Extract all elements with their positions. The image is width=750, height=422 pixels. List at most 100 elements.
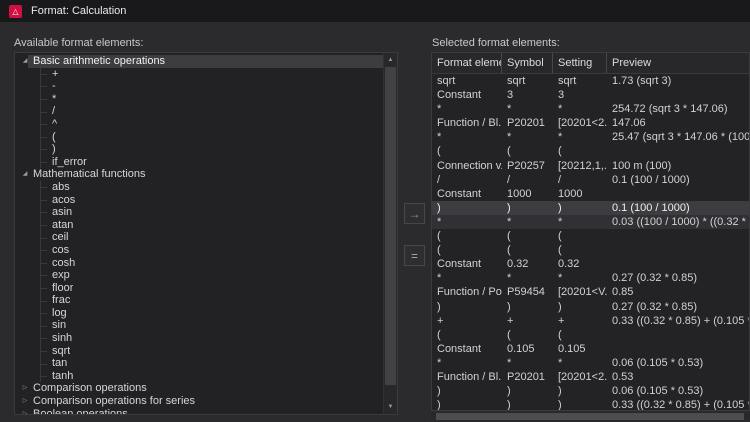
cell-symbol: sqrt (502, 74, 553, 88)
tree-item-log[interactable]: log (15, 307, 384, 320)
table-row[interactable]: ***25.47 (sqrt 3 * 147.06 * (100 / 1000)… (432, 130, 749, 144)
table-row[interactable]: Connection v...P20257[20212,1,...100 m (… (432, 159, 749, 173)
tree-item-floor[interactable]: floor (15, 282, 384, 295)
tree-item-cosh[interactable]: cosh (15, 257, 384, 270)
collapse-icon[interactable]: ▷ (20, 395, 30, 408)
table-row[interactable]: )))0.1 (100 / 1000) (432, 201, 749, 215)
cell-symbol: ( (502, 229, 553, 243)
tree-item-basic-arithmetic-operations[interactable]: ◢Basic arithmetic operations (15, 55, 384, 68)
cell-preview: 0.06 (0.105 * 0.53) (607, 384, 749, 398)
tree-item-frac[interactable]: frac (15, 294, 384, 307)
cell-preview: 0.06 (0.105 * 0.53) (607, 356, 749, 370)
tree-item-atan[interactable]: atan (15, 219, 384, 232)
window-title: Format: Calculation (31, 5, 126, 17)
tree-item-boolean-operations[interactable]: ▷Boolean operations (15, 408, 384, 414)
tree-item-cos[interactable]: cos (15, 244, 384, 257)
cell-setting: + (553, 314, 607, 328)
cell-element: / (432, 173, 502, 187)
equals-button[interactable]: = (404, 245, 425, 266)
tree-item-operator[interactable]: ( (15, 131, 384, 144)
table-row[interactable]: ((( (432, 144, 749, 158)
cell-setting: 3 (553, 88, 607, 102)
tree-item-tanh[interactable]: tanh (15, 370, 384, 383)
column-header-format-eleme[interactable]: Format eleme... (432, 53, 502, 73)
tree-item-ceil[interactable]: ceil (15, 231, 384, 244)
cell-symbol: P20201 (502, 370, 553, 384)
table-row[interactable]: +++0.33 ((0.32 * 0.85) + (0.105 * 0.53)) (432, 314, 749, 328)
tree-item-label: ) (52, 143, 56, 156)
table-row[interactable]: sqrtsqrtsqrt1.73 (sqrt 3) (432, 74, 749, 88)
tree-item-sinh[interactable]: sinh (15, 332, 384, 345)
cell-symbol: 1000 (502, 187, 553, 201)
tree-item-acos[interactable]: acos (15, 194, 384, 207)
equals-icon: = (411, 250, 418, 262)
expand-icon[interactable]: ◢ (20, 55, 30, 68)
tree-item-tan[interactable]: tan (15, 357, 384, 370)
tree-item-label: * (52, 93, 56, 106)
column-header-symbol[interactable]: Symbol (502, 53, 553, 73)
column-header-setting[interactable]: Setting (553, 53, 607, 73)
tree-item-sin[interactable]: sin (15, 319, 384, 332)
tree-vertical-scrollbar[interactable]: ▲ ▼ (383, 53, 397, 414)
tree-item-label: ( (52, 131, 56, 144)
tree-item-label: + (52, 68, 58, 81)
tree-item-if-error[interactable]: if_error (15, 156, 384, 169)
tree-item-comparison-operations[interactable]: ▷Comparison operations (15, 382, 384, 395)
table-row[interactable]: ***0.27 (0.32 * 0.85) (432, 271, 749, 285)
scroll-down-icon[interactable]: ▼ (384, 401, 397, 413)
cell-symbol: + (502, 314, 553, 328)
arrow-right-icon: → (409, 208, 421, 220)
cell-element: ( (432, 229, 502, 243)
cell-symbol: P20201 (502, 116, 553, 130)
expand-icon[interactable]: ◢ (20, 168, 30, 181)
table-row[interactable]: ((( (432, 229, 749, 243)
tree-item-asin[interactable]: asin (15, 206, 384, 219)
table-horizontal-scrollbar[interactable] (431, 412, 750, 421)
cell-element: * (432, 356, 502, 370)
table-row[interactable]: ///0.1 (100 / 1000) (432, 173, 749, 187)
table-row[interactable]: Function / Bl...P20201[20201<2...147.06 (432, 116, 749, 130)
table-row[interactable]: )))0.27 (0.32 * 0.85) (432, 300, 749, 314)
cell-element: ) (432, 384, 502, 398)
table-row[interactable]: ***254.72 (sqrt 3 * 147.06) (432, 102, 749, 116)
table-row[interactable]: ((( (432, 243, 749, 257)
tree-item-label: Boolean operations (33, 408, 128, 414)
table-row[interactable]: Constant0.320.32 (432, 257, 749, 271)
cell-setting: 1000 (553, 187, 607, 201)
tree-item-exp[interactable]: exp (15, 269, 384, 282)
table-row[interactable]: ***0.06 (0.105 * 0.53) (432, 356, 749, 370)
scrollbar-thumb[interactable] (436, 413, 744, 420)
table-row[interactable]: Function / Po...P59454[20201<V...0.85 (432, 285, 749, 299)
table-row[interactable]: ((( (432, 328, 749, 342)
table-row[interactable]: )))0.06 (0.105 * 0.53) (432, 384, 749, 398)
table-row[interactable]: )))0.33 ((0.32 * 0.85) + (0.105 * 0.53)) (432, 398, 749, 410)
tree-item-operator[interactable]: ^ (15, 118, 384, 131)
tree-item-label: frac (52, 294, 70, 307)
table-row[interactable]: ***0.03 ((100 / 1000) * ((0.32 * 0.85) +… (432, 215, 749, 229)
tree-item-abs[interactable]: abs (15, 181, 384, 194)
cell-setting: ) (553, 300, 607, 314)
collapse-icon[interactable]: ▷ (20, 382, 30, 395)
tree-item-operator[interactable]: ) (15, 143, 384, 156)
tree-item-operator[interactable]: + (15, 68, 384, 81)
cell-symbol: * (502, 130, 553, 144)
tree-item-operator[interactable]: / (15, 105, 384, 118)
table-row[interactable]: Constant0.1050.105 (432, 342, 749, 356)
insert-element-button[interactable]: → (404, 203, 425, 224)
tree-item-operator[interactable]: - (15, 80, 384, 93)
table-row[interactable]: Constant33 (432, 88, 749, 102)
table-row[interactable]: Function / Bl...P20201[20201<2...0.53 (432, 370, 749, 384)
tree-item-mathematical-functions[interactable]: ◢Mathematical functions (15, 168, 384, 181)
cell-symbol: ( (502, 144, 553, 158)
collapse-icon[interactable]: ▷ (20, 408, 30, 414)
tree-item-operator[interactable]: * (15, 93, 384, 106)
table-row[interactable]: Constant10001000 (432, 187, 749, 201)
format-tree: ◢Basic arithmetic operations+-*/^()if_er… (15, 53, 384, 414)
scroll-up-icon[interactable]: ▲ (384, 54, 397, 66)
cell-element: Function / Bl... (432, 370, 502, 384)
column-header-preview[interactable]: Preview (607, 53, 749, 73)
scrollbar-thumb[interactable] (385, 67, 396, 385)
tree-item-sqrt[interactable]: sqrt (15, 345, 384, 358)
cell-setting: ( (553, 328, 607, 342)
tree-item-comparison-operations-for-series[interactable]: ▷Comparison operations for series (15, 395, 384, 408)
